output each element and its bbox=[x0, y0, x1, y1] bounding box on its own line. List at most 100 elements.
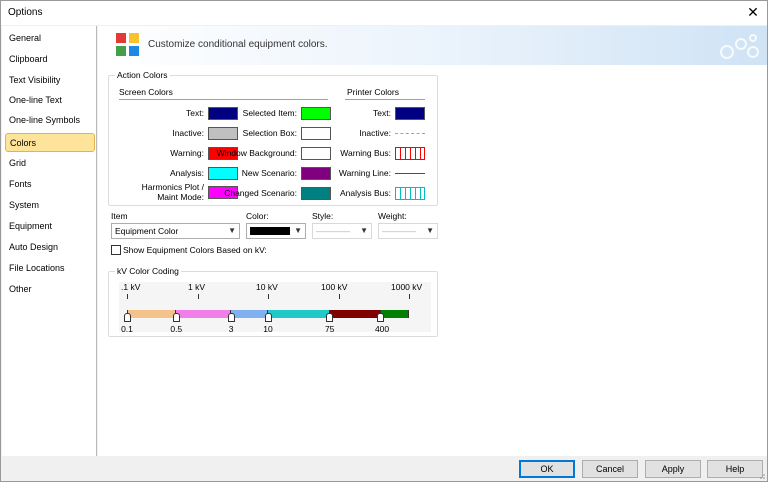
kv-marker-label-0.1: 0.1 bbox=[121, 324, 133, 334]
new-scenario-label: New Scenario: bbox=[241, 168, 297, 178]
kv-segment-1 bbox=[176, 310, 232, 318]
sidebar-item-text-visibility[interactable]: Text Visibility bbox=[5, 71, 95, 90]
selection-box-swatch[interactable] bbox=[301, 127, 331, 140]
resize-grip-icon[interactable] bbox=[757, 471, 765, 479]
title-bar: Options ✕ bbox=[1, 1, 767, 25]
new-scenario-swatch[interactable] bbox=[301, 167, 331, 180]
selected-item-label: Selected Item: bbox=[242, 108, 297, 118]
printer-text-label: Text: bbox=[373, 108, 391, 118]
printer-analysis-bus-label: Analysis Bus: bbox=[339, 188, 391, 198]
chevron-down-icon: ▼ bbox=[360, 226, 368, 235]
printer-analysis-bus-swatch[interactable] bbox=[395, 187, 425, 200]
kv-scale-area: .1 kV 1 kV 10 kV 100 kV 1000 kV 0.1 0.5 3 1… bbox=[119, 282, 431, 334]
chevron-down-icon: ▼ bbox=[426, 226, 434, 235]
banner-message: Customize conditional equipment colors. bbox=[148, 39, 328, 50]
kv-color-coding-group: kV Color Coding .1 kV 1 kV 10 kV 100 kV … bbox=[108, 266, 438, 337]
printer-warning-line-label: Warning Line: bbox=[338, 168, 391, 178]
kv-marker-0.1[interactable] bbox=[123, 313, 131, 322]
window-background-swatch[interactable] bbox=[301, 147, 331, 160]
kv-marker-label-3: 3 bbox=[228, 324, 234, 334]
action-colors-legend: Action Colors bbox=[115, 70, 170, 80]
close-icon[interactable]: ✕ bbox=[745, 4, 761, 21]
changed-scenario-label: Changed Scenario: bbox=[224, 188, 297, 198]
kv-segment-4 bbox=[329, 310, 381, 318]
ok-button[interactable]: OK bbox=[519, 460, 575, 478]
chevron-down-icon: ▼ bbox=[294, 226, 302, 235]
kv-color-coding-legend: kV Color Coding bbox=[115, 266, 181, 276]
item-dropdown[interactable]: Equipment Color ▼ bbox=[111, 223, 240, 239]
selection-box-label: Selection Box: bbox=[242, 128, 297, 138]
changed-scenario-swatch[interactable] bbox=[301, 187, 331, 200]
kv-segment-5 bbox=[380, 310, 409, 318]
text-color-swatch[interactable] bbox=[208, 107, 238, 120]
kv-marker-10[interactable] bbox=[264, 313, 272, 322]
sidebar-item-auto-design[interactable]: Auto Design bbox=[5, 238, 95, 257]
window-title: Options bbox=[8, 7, 43, 18]
harmonics-plot-label: Harmonics Plot / bbox=[141, 182, 204, 192]
style-dropdown[interactable]: ———— ▼ bbox=[312, 223, 372, 239]
style-value: ———— bbox=[316, 226, 350, 236]
kv-marker-0.5[interactable] bbox=[172, 313, 180, 322]
color-value-swatch bbox=[250, 227, 290, 235]
kv-marker-label-75: 75 bbox=[324, 324, 335, 334]
sidebar-item-clipboard[interactable]: Clipboard bbox=[5, 50, 95, 69]
kv-marker-label-10: 10 bbox=[263, 324, 273, 334]
apply-button[interactable]: Apply bbox=[645, 460, 701, 478]
dialog-footer: OK Cancel Apply Help bbox=[1, 457, 767, 481]
sidebar-item-system[interactable]: System bbox=[5, 196, 95, 215]
help-button[interactable]: Help bbox=[707, 460, 763, 478]
sidebar-item-equipment[interactable]: Equipment bbox=[5, 217, 95, 236]
printer-text-swatch[interactable] bbox=[395, 107, 425, 120]
kv-marker-label-400: 400 bbox=[374, 324, 390, 334]
sidebar-item-file-locations[interactable]: File Locations bbox=[5, 259, 95, 278]
color-dropdown[interactable]: ▼ bbox=[246, 223, 306, 239]
show-equipment-colors-label: Show Equipment Colors Based on kV: bbox=[123, 245, 267, 255]
printer-inactive-label: Inactive: bbox=[359, 128, 391, 138]
sidebar-item-other[interactable]: Other bbox=[5, 280, 95, 299]
kv-marker-3[interactable] bbox=[227, 313, 235, 322]
chevron-down-icon: ▼ bbox=[228, 226, 236, 235]
weight-dropdown[interactable]: ———— ▼ bbox=[378, 223, 438, 239]
selected-item-swatch[interactable] bbox=[301, 107, 331, 120]
kv-marker-label-0.5: 0.5 bbox=[170, 324, 183, 334]
kv-marker-400[interactable] bbox=[377, 313, 385, 322]
warning-color-label: Warning: bbox=[170, 148, 204, 158]
text-color-label: Text: bbox=[186, 108, 204, 118]
printer-warning-line-swatch[interactable] bbox=[395, 173, 425, 174]
analysis-color-swatch[interactable] bbox=[208, 167, 238, 180]
weight-label: Weight: bbox=[378, 211, 407, 221]
sidebar: General Clipboard Text Visibility One-li… bbox=[2, 26, 97, 456]
sidebar-item-one-line-text[interactable]: One-line Text bbox=[5, 91, 95, 110]
banner: Customize conditional equipment colors. bbox=[98, 26, 767, 65]
printer-warning-bus-swatch[interactable] bbox=[395, 147, 425, 160]
kv-color-bar: 0.1 0.5 3 10 75 400 bbox=[121, 282, 409, 334]
action-colors-group: Action Colors Screen Colors Printer Colo… bbox=[108, 70, 438, 206]
sidebar-item-fonts[interactable]: Fonts bbox=[5, 175, 95, 194]
kv-marker-75[interactable] bbox=[326, 313, 334, 322]
kv-segment-3 bbox=[268, 310, 330, 318]
palette-icon bbox=[115, 32, 141, 58]
printer-warning-bus-label: Warning Bus: bbox=[340, 148, 391, 158]
cancel-button[interactable]: Cancel bbox=[582, 460, 638, 478]
inactive-color-swatch[interactable] bbox=[208, 127, 238, 140]
item-value: Equipment Color bbox=[115, 226, 179, 236]
sidebar-item-grid[interactable]: Grid bbox=[5, 154, 95, 173]
options-dialog: Options ✕ General Clipboard Text Visibil… bbox=[0, 0, 768, 482]
inactive-color-label: Inactive: bbox=[172, 128, 204, 138]
style-label: Style: bbox=[312, 211, 334, 221]
item-label: Item bbox=[111, 211, 128, 221]
kv-segment-0 bbox=[127, 310, 177, 318]
sidebar-item-general[interactable]: General bbox=[5, 29, 95, 48]
weight-value: ———— bbox=[382, 226, 416, 236]
sidebar-item-one-line-symbols[interactable]: One-line Symbols bbox=[5, 111, 95, 130]
printer-inactive-swatch[interactable] bbox=[395, 133, 425, 134]
gears-decoration-icon bbox=[720, 34, 759, 59]
show-equipment-colors-checkbox[interactable] bbox=[111, 245, 121, 255]
window-background-label: Window Background: bbox=[216, 148, 297, 158]
sidebar-item-colors[interactable]: Colors bbox=[5, 133, 95, 152]
analysis-color-label: Analysis: bbox=[169, 168, 204, 178]
kv-segment-2 bbox=[231, 310, 268, 318]
maint-mode-label: Maint Mode: bbox=[157, 192, 204, 202]
screen-colors-header: Screen Colors bbox=[119, 87, 173, 97]
color-label: Color: bbox=[246, 211, 269, 221]
